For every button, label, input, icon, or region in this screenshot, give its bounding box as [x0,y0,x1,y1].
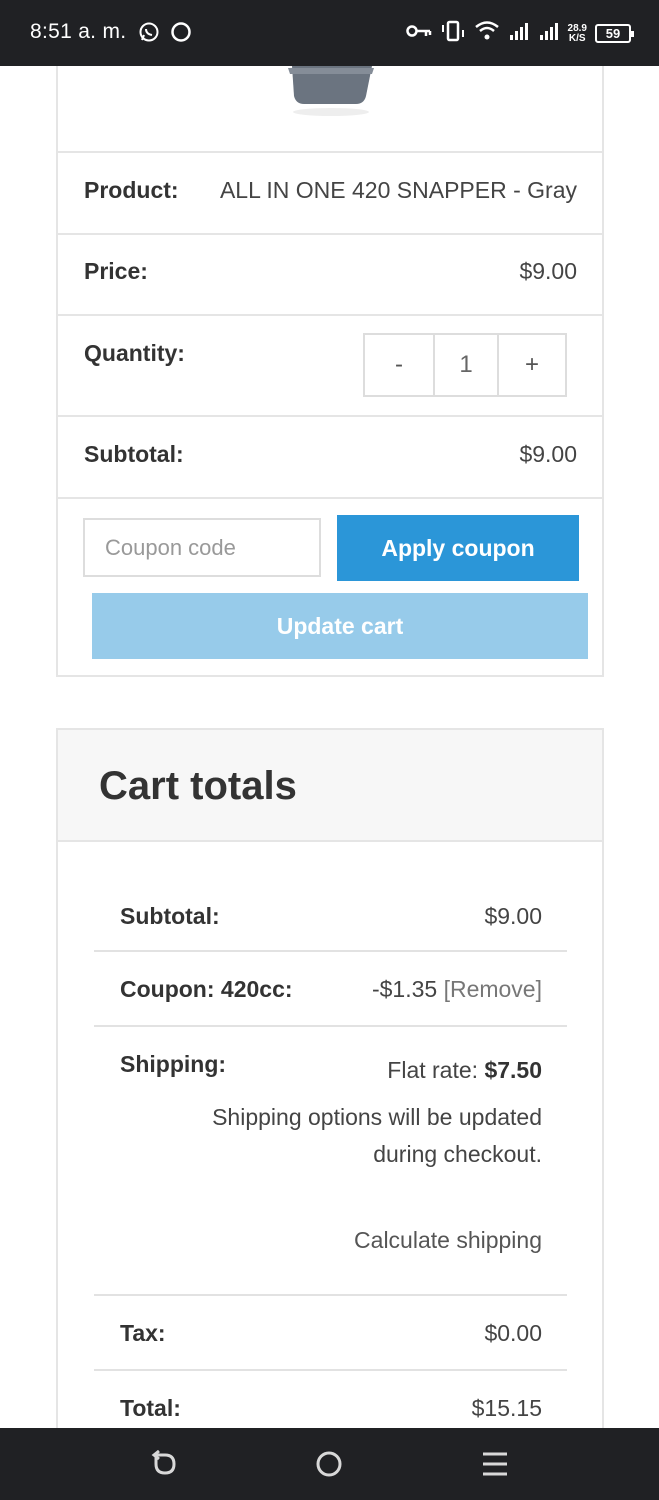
coupon-discount: -$1.35 [371,976,438,1002]
subtotal-row: Subtotal: $9.00 [58,415,602,497]
battery-icon: 59 [595,24,634,43]
signal-icon [508,21,530,46]
network-speed-unit: K/S [568,32,586,44]
product-label: Product: [84,177,179,203]
shipping-note: Shipping options will be updated during … [212,1104,542,1167]
shipping-rate-label: Flat rate: [387,1057,485,1083]
tax-row: Tax: $0.00 [94,1296,567,1371]
update-cart-button[interactable]: Update cart [92,593,588,659]
cart-totals-title: Cart totals [99,764,297,808]
signal-icon-2 [538,21,560,46]
network-speed: 28.9 K/S [567,22,587,44]
total-value: $15.15 [471,1395,542,1421]
product-thumbnail[interactable] [286,66,376,118]
price-value: $9.00 [519,258,577,284]
wifi-icon [474,20,500,47]
quantity-input[interactable]: 1 [435,335,499,395]
total-label: Total: [120,1395,181,1421]
clock: 8:51 a. m. [30,20,127,43]
coupon-row: Coupon: 420cc: -$1.35 [Remove] [94,952,567,1027]
whatsapp-icon [138,21,160,48]
price-label: Price: [84,258,148,284]
tax-value: $0.00 [484,1320,542,1346]
price-row: Price: $9.00 [58,233,602,314]
recent-apps-icon[interactable] [480,1450,510,1478]
sync-icon [170,21,192,48]
coupon-code-input[interactable]: Coupon code [83,518,321,577]
network-speed-value: 28.9 [567,22,587,34]
tax-label: Tax: [120,1320,166,1346]
totals-subtotal-label: Subtotal: [120,903,220,929]
quantity-stepper: - 1 + [363,333,567,397]
apply-coupon-button[interactable]: Apply coupon [337,515,579,581]
battery-level: 59 [605,26,621,41]
navigation-bar [0,1428,659,1500]
system-icons: 28.9 K/S 59 [405,20,634,47]
cart-totals: Cart totals Subtotal: $9.00 Coupon: 420c… [56,728,604,1428]
coupon-label: Coupon: 420cc: [120,976,293,1002]
subtotal-label: Subtotal: [84,441,184,467]
quantity-increase-button[interactable]: + [499,335,565,395]
product-name[interactable]: ALL IN ONE 420 SNAPPER - Gray [220,177,577,204]
remove-coupon-link[interactable]: [Remove] [444,976,542,1002]
totals-subtotal-value: $9.00 [484,903,542,929]
subtotal-value: $9.00 [519,441,577,467]
home-icon[interactable] [314,1450,344,1478]
cart-table: Product: ALL IN ONE 420 SNAPPER - Gray P… [56,66,604,677]
calculate-shipping-link[interactable]: Calculate shipping [354,1227,542,1254]
key-icon [405,23,432,44]
status-bar: 8:51 a. m. 28.9 K/S 59 [0,0,659,66]
shipping-label: Shipping: [120,1051,227,1077]
vibrate-icon [440,20,466,47]
coupon-value: -$1.35 [Remove] [372,976,542,1003]
quantity-row: Quantity: - 1 + [58,314,602,415]
totals-subtotal-row: Subtotal: $9.00 [94,842,567,952]
notification-icons [138,21,192,48]
shipping-row: Shipping: Flat rate: $7.50 Shipping opti… [94,1027,567,1296]
cart-totals-header: Cart totals [58,730,602,842]
divider [58,497,602,499]
quantity-decrease-button[interactable]: - [365,335,435,395]
back-icon[interactable] [150,1450,180,1478]
quantity-label: Quantity: [84,340,185,366]
product-row: Product: ALL IN ONE 420 SNAPPER - Gray [58,151,602,233]
total-row: Total: $15.15 [94,1371,567,1430]
shipping-rate: Flat rate: $7.50 [387,1057,542,1084]
shipping-rate-value: $7.50 [484,1057,542,1083]
